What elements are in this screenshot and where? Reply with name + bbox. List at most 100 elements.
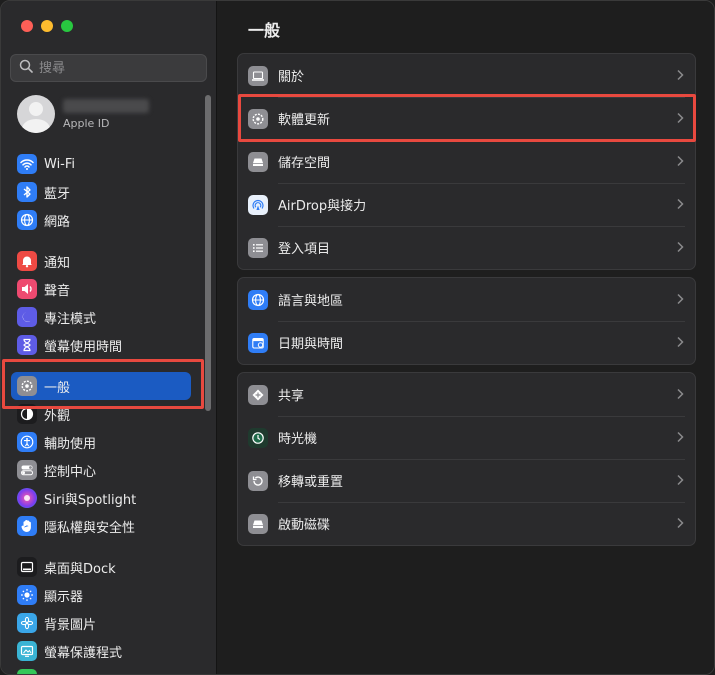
- sidebar-item-label: 電池: [44, 670, 70, 675]
- chevron-right-icon: [677, 474, 684, 486]
- sidebar: Apple ID Wi-Fi 藍牙 網路 通知 聲音 專注模式: [1, 1, 217, 675]
- row-login-items[interactable]: 登入項目: [238, 226, 695, 269]
- sidebar-item-label: 藍牙: [44, 186, 71, 202]
- sidebar-item-notifications[interactable]: 通知: [11, 247, 191, 275]
- sun-icon: [17, 585, 37, 605]
- search-input[interactable]: [39, 60, 199, 76]
- hand-icon: [17, 516, 37, 536]
- row-about[interactable]: 關於: [238, 54, 695, 97]
- row-label: 移轉或重置: [278, 475, 344, 490]
- sidebar-item-wifi[interactable]: Wi-Fi: [11, 150, 191, 178]
- account-subtitle: Apple ID: [63, 116, 110, 130]
- chevron-right-icon: [677, 198, 684, 210]
- sidebar-item-control-center[interactable]: 控制中心: [11, 456, 191, 484]
- reset-icon: [248, 470, 268, 491]
- highlight-box-software-update: [238, 94, 696, 142]
- row-language-region[interactable]: 語言與地區: [238, 278, 695, 321]
- row-transfer-reset[interactable]: 移轉或重置: [238, 459, 695, 502]
- sidebar-item-desktop-dock[interactable]: 桌面與Dock: [11, 553, 191, 581]
- row-time-machine[interactable]: 時光機: [238, 416, 695, 459]
- row-label: 時光機: [278, 432, 318, 447]
- airdrop-icon: [248, 194, 268, 215]
- search-icon: [19, 59, 33, 77]
- moon-icon: [17, 307, 37, 327]
- bluetooth-icon: [17, 182, 37, 202]
- sidebar-item-label: 背景圖片: [44, 617, 97, 633]
- sidebar-item-network[interactable]: 網路: [11, 206, 191, 234]
- globe-icon: [17, 210, 37, 230]
- clock-icon: [248, 427, 268, 448]
- sidebar-item-focus[interactable]: 專注模式: [11, 303, 191, 331]
- chevron-right-icon: [677, 336, 684, 348]
- row-label: 啟動磁碟: [278, 518, 331, 533]
- row-storage[interactable]: 儲存空間: [238, 140, 695, 183]
- sidebar-item-label: 聲音: [44, 283, 71, 299]
- row-startup-disk[interactable]: 啟動磁碟: [238, 502, 695, 545]
- sidebar-item-displays[interactable]: 顯示器: [11, 581, 191, 609]
- screensaver-icon: [17, 641, 37, 661]
- chevron-right-icon: [677, 431, 684, 443]
- row-airdrop-handoff[interactable]: AirDrop與接力: [238, 183, 695, 226]
- globe-icon: [248, 289, 268, 310]
- chevron-right-icon: [677, 69, 684, 81]
- laptop-icon: [248, 65, 268, 86]
- sidebar-item-label: 網路: [44, 214, 71, 230]
- sidebar-item-siri-spotlight[interactable]: Siri與Spotlight: [11, 484, 191, 512]
- chevron-right-icon: [677, 293, 684, 305]
- highlight-box-general: [2, 359, 204, 409]
- sidebar-item-label: Siri與Spotlight: [44, 492, 137, 508]
- chevron-right-icon: [677, 155, 684, 167]
- drive-icon: [248, 151, 268, 172]
- sidebar-item-label: 通知: [44, 255, 71, 271]
- siri-icon: [17, 488, 37, 508]
- sidebar-item-label: 桌面與Dock: [44, 561, 116, 577]
- sidebar-item-label: 輔助使用: [44, 436, 97, 452]
- accessibility-icon: [17, 432, 37, 452]
- settings-window: Apple ID Wi-Fi 藍牙 網路 通知 聲音 專注模式: [0, 0, 715, 675]
- sidebar-item-label: 專注模式: [44, 311, 97, 327]
- sidebar-item-screen-time[interactable]: 螢幕使用時間: [11, 331, 191, 359]
- sidebar-item-label: 控制中心: [44, 464, 97, 480]
- minimize-button[interactable]: [41, 20, 53, 32]
- settings-group-locale: 語言與地區 日期與時間: [237, 277, 696, 365]
- sidebar-scrollbar[interactable]: [205, 95, 211, 411]
- disk-icon: [248, 513, 268, 534]
- sidebar-item-screen-saver[interactable]: 螢幕保護程式: [11, 637, 191, 665]
- row-label: 語言與地區: [278, 294, 344, 309]
- sidebar-item-label: 螢幕使用時間: [44, 339, 123, 355]
- row-label: 日期與時間: [278, 337, 344, 352]
- sidebar-item-sound[interactable]: 聲音: [11, 275, 191, 303]
- close-button[interactable]: [21, 20, 33, 32]
- sidebar-item-label: 顯示器: [44, 589, 84, 605]
- sidebar-item-bluetooth[interactable]: 藍牙: [11, 178, 191, 206]
- bell-icon: [17, 251, 37, 271]
- sidebar-item-accessibility[interactable]: 輔助使用: [11, 428, 191, 456]
- row-label: 登入項目: [278, 242, 331, 257]
- row-label: AirDrop與接力: [278, 199, 367, 214]
- chevron-right-icon: [677, 517, 684, 529]
- apple-id-account[interactable]: Apple ID: [17, 94, 207, 134]
- zoom-button[interactable]: [61, 20, 73, 32]
- share-icon: [248, 384, 268, 405]
- list-icon: [248, 237, 268, 258]
- search-field[interactable]: [10, 54, 207, 82]
- toggles-icon: [17, 460, 37, 480]
- dock-icon: [17, 557, 37, 577]
- speaker-icon: [17, 279, 37, 299]
- sidebar-item-wallpaper[interactable]: 背景圖片: [11, 609, 191, 637]
- sidebar-item-label: 螢幕保護程式: [44, 645, 123, 661]
- wifi-icon: [17, 154, 37, 174]
- sidebar-item-privacy-security[interactable]: 隱私權與安全性: [11, 512, 191, 540]
- row-label: 關於: [278, 70, 305, 85]
- window-controls: [21, 20, 73, 32]
- chevron-right-icon: [677, 388, 684, 400]
- row-label: 共享: [278, 389, 305, 404]
- row-sharing[interactable]: 共享: [238, 373, 695, 416]
- row-label: 儲存空間: [278, 156, 331, 171]
- hourglass-icon: [17, 335, 37, 355]
- settings-group-sharing: 共享 時光機 移轉或重置 啟動磁碟: [237, 372, 696, 546]
- sidebar-item-label: Wi-Fi: [44, 156, 76, 172]
- calendar-icon: [248, 332, 268, 353]
- sidebar-item-battery[interactable]: 電池: [11, 665, 191, 675]
- row-date-time[interactable]: 日期與時間: [238, 321, 695, 364]
